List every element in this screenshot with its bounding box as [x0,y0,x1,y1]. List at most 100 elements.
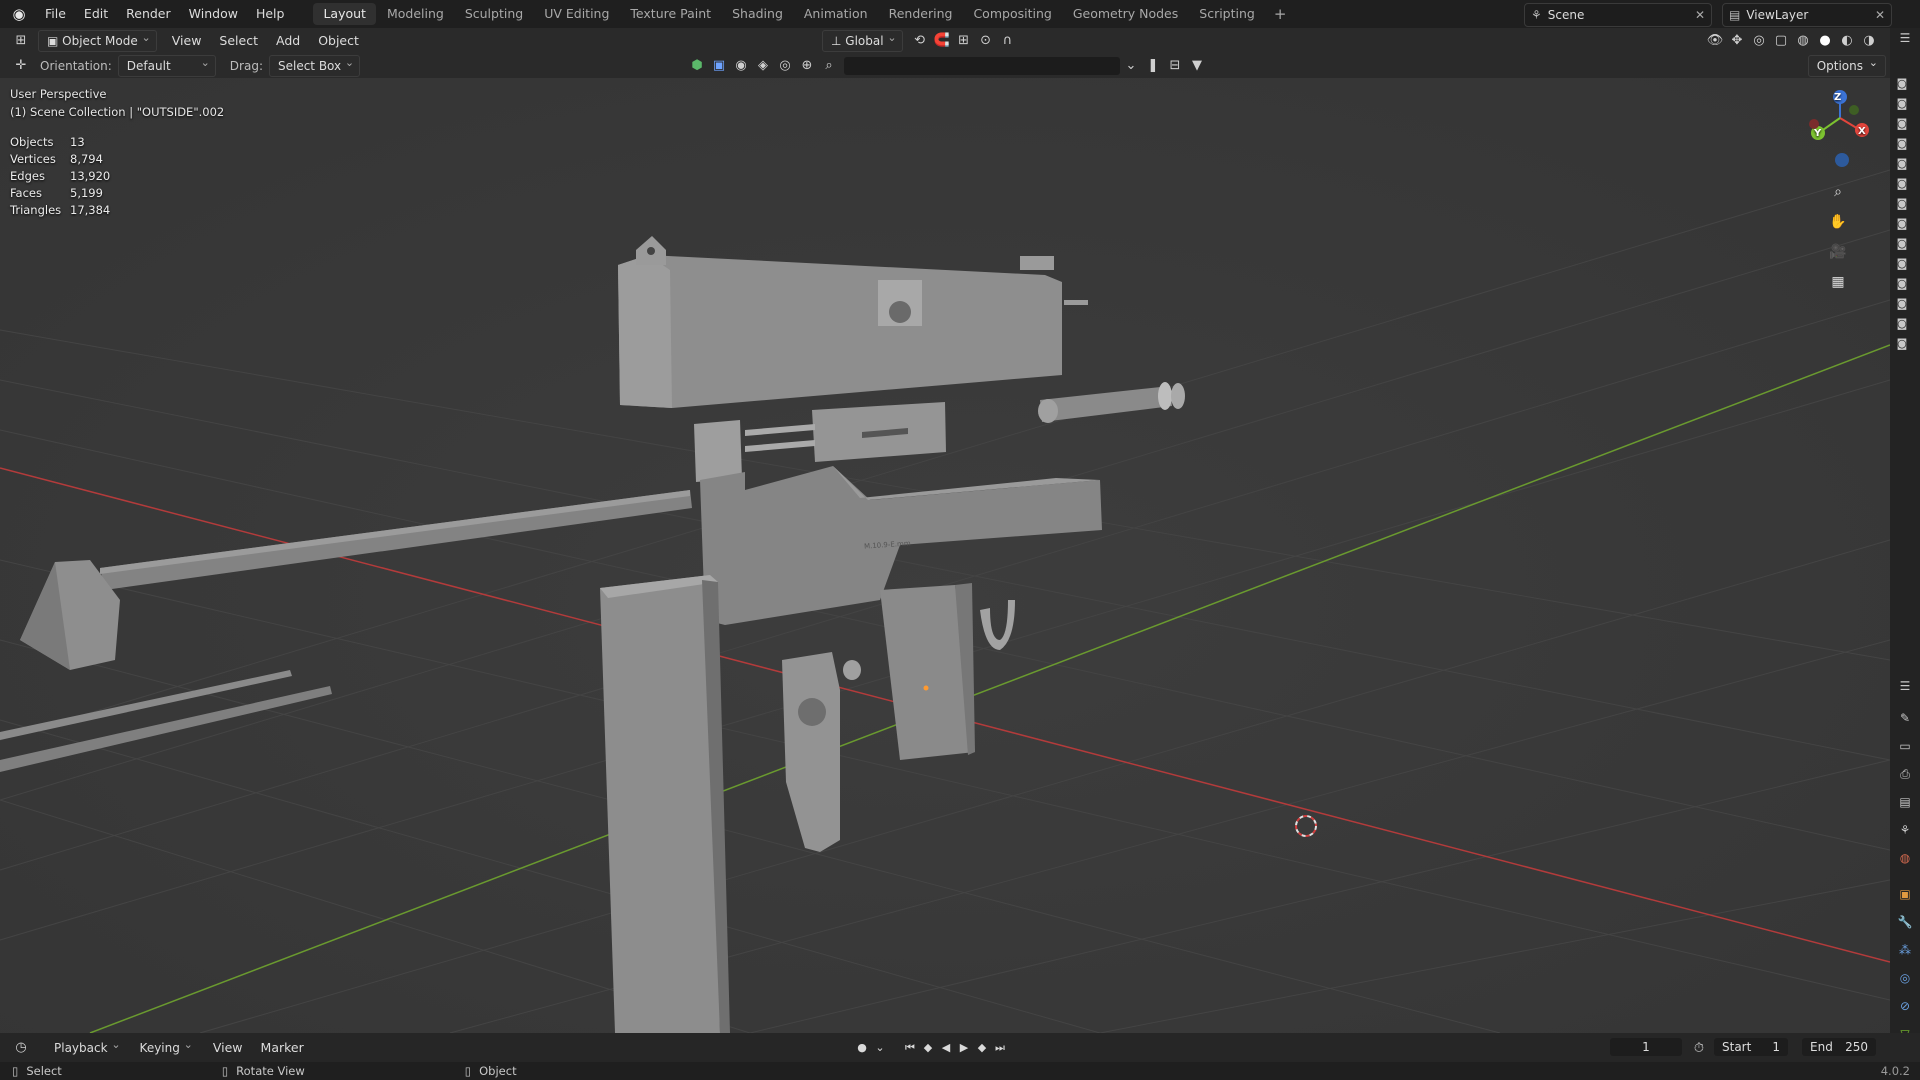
viewport-canvas[interactable] [0,78,1890,1033]
render-camera-icon[interactable]: ◙ [1896,138,1908,150]
render-camera-icon[interactable]: ◙ [1896,218,1908,230]
close-icon[interactable]: ✕ [1695,8,1705,22]
transform-tool-icon[interactable]: ✛ [10,56,32,76]
timeline-marker-menu[interactable]: Marker [252,1040,313,1055]
tab-modeling[interactable]: Modeling [377,3,454,25]
current-frame-field[interactable]: 1 [1610,1038,1682,1056]
overlay-icon[interactable]: ◎ [1748,31,1770,51]
view-layer-selector[interactable]: ▤ ViewLayer ✕ [1722,3,1892,27]
gizmo-x-label[interactable]: X [1858,126,1866,137]
render-camera-icon[interactable]: ◙ [1896,298,1908,310]
visibility-icon[interactable]: 👁 [1704,31,1726,51]
select-filter-icon[interactable]: ▣ [708,56,730,76]
render-camera-icon[interactable]: ◙ [1896,78,1908,90]
constraints-properties-icon[interactable]: ⊘ [1897,998,1913,1014]
jump-end-icon[interactable]: ⏭ [991,1039,1009,1057]
view-layer-properties-icon[interactable]: ▤ [1897,794,1913,810]
header-menu-view[interactable]: View [163,33,211,48]
pan-hand-icon[interactable]: ✋ [1826,210,1850,234]
drag-dropdown[interactable]: Select Box [268,53,361,77]
next-keyframe-icon[interactable]: ◆ [973,1039,991,1057]
physics-properties-icon[interactable]: ◎ [1897,970,1913,986]
face-icon[interactable]: ◎ [774,56,796,76]
tab-layout[interactable]: Layout [313,3,376,25]
header-menu-select[interactable]: Select [210,33,267,48]
menu-render[interactable]: Render [117,0,180,28]
perspective-toggle-icon[interactable]: ▦ [1826,270,1850,294]
scene-selector[interactable]: ⚘ Scene ✕ [1524,3,1712,27]
gizmo-icon[interactable]: ✥ [1726,31,1748,51]
xray-icon[interactable]: ▢ [1770,31,1792,51]
pivot-icon[interactable]: ⟲ [909,31,931,51]
bookmark-icon[interactable]: ❚ [1142,56,1164,76]
render-camera-icon[interactable]: ◙ [1896,118,1908,130]
menu-file[interactable]: File [36,0,75,28]
add-workspace-button[interactable]: + [1266,5,1295,23]
render-camera-icon[interactable]: ◙ [1896,318,1908,330]
render-camera-icon[interactable]: ◙ [1896,98,1908,110]
render-camera-icon[interactable]: ◙ [1896,338,1908,350]
solid-shading-icon[interactable]: ● [1814,31,1836,51]
edge-icon[interactable]: ◈ [752,56,774,76]
auto-key-dropdown-icon[interactable]: ⌄ [871,1039,889,1057]
tab-sculpting[interactable]: Sculpting [455,3,533,25]
mesh-filter-icon[interactable]: ⬢ [686,56,708,76]
preview-range-icon[interactable]: ⏱ [1688,1038,1710,1058]
tab-uv-editing[interactable]: UV Editing [534,3,619,25]
menu-window[interactable]: Window [180,0,247,28]
lock-icon[interactable]: ⊕ [796,56,818,76]
rendered-shading-icon[interactable]: ◑ [1858,31,1880,51]
menu-edit[interactable]: Edit [75,0,117,28]
play-icon[interactable]: ▶ [955,1039,973,1057]
header-menu-add[interactable]: Add [267,33,309,48]
playback-menu[interactable]: Playback [46,1035,126,1058]
render-camera-icon[interactable]: ◙ [1896,178,1908,190]
start-frame-field[interactable]: Start 1 [1714,1038,1788,1056]
tab-rendering[interactable]: Rendering [879,3,963,25]
gizmo-y-label[interactable]: Y [1814,128,1821,139]
tab-texture-paint[interactable]: Texture Paint [620,3,721,25]
render-camera-icon[interactable]: ◙ [1896,158,1908,170]
render-camera-icon[interactable]: ◙ [1896,278,1908,290]
jump-start-icon[interactable]: ⏮ [901,1039,919,1057]
orientation-dropdown[interactable]: Default [117,53,216,77]
prev-keyframe-icon[interactable]: ◆ [919,1039,937,1057]
viewport-search-input[interactable] [844,56,1120,75]
scene-properties-icon[interactable]: ⚘ [1897,822,1913,838]
restrict-icon[interactable]: ⊟ [1164,56,1186,76]
wireframe-shading-icon[interactable]: ◍ [1792,31,1814,51]
tab-scripting[interactable]: Scripting [1189,3,1265,25]
mode-dropdown[interactable]: ▣ Object Mode [38,28,157,52]
material-shading-icon[interactable]: ◐ [1836,31,1858,51]
render-camera-icon[interactable]: ◙ [1896,238,1908,250]
close-icon[interactable]: ✕ [1875,8,1885,22]
object-properties-icon[interactable]: ▣ [1897,886,1913,902]
3d-viewport[interactable]: User Perspective (1) Scene Collection | … [0,78,1890,1033]
transform-orientation-dropdown[interactable]: ⊥ Global [822,28,903,52]
vertex-icon[interactable]: ◉ [730,56,752,76]
zoom-icon[interactable]: ⌕ [1826,180,1850,204]
render-properties-icon[interactable]: ▭ [1897,738,1913,754]
blender-logo-icon[interactable]: ◉ [8,3,30,25]
tab-shading[interactable]: Shading [722,3,793,25]
gizmo-z-label[interactable]: Z [1834,92,1841,103]
funnel-icon[interactable]: ▼ [1186,56,1208,76]
timeline-view-menu[interactable]: View [204,1040,252,1055]
keying-menu[interactable]: Keying [132,1035,198,1058]
falloff-icon[interactable]: ∩ [997,31,1019,51]
properties-editor-icon[interactable]: ☰ [1897,678,1913,694]
tool-properties-icon[interactable]: ✎ [1897,710,1913,726]
timeline-editor-icon[interactable]: ◷ [10,1038,32,1058]
tab-compositing[interactable]: Compositing [963,3,1061,25]
world-properties-icon[interactable]: ◍ [1897,850,1913,866]
end-frame-field[interactable]: End 250 [1802,1038,1876,1056]
options-dropdown[interactable]: Options [1807,53,1886,77]
tab-geometry-nodes[interactable]: Geometry Nodes [1063,3,1188,25]
modifier-properties-icon[interactable]: 🔧 [1897,914,1913,930]
particles-properties-icon[interactable]: ⁂ [1897,942,1913,958]
render-camera-icon[interactable]: ◙ [1896,258,1908,270]
editor-type-icon[interactable]: ⊞ [10,31,32,51]
outliner-icon[interactable]: ☰ [1897,30,1913,46]
tab-animation[interactable]: Animation [794,3,878,25]
output-properties-icon[interactable]: ⎙ [1897,766,1913,782]
